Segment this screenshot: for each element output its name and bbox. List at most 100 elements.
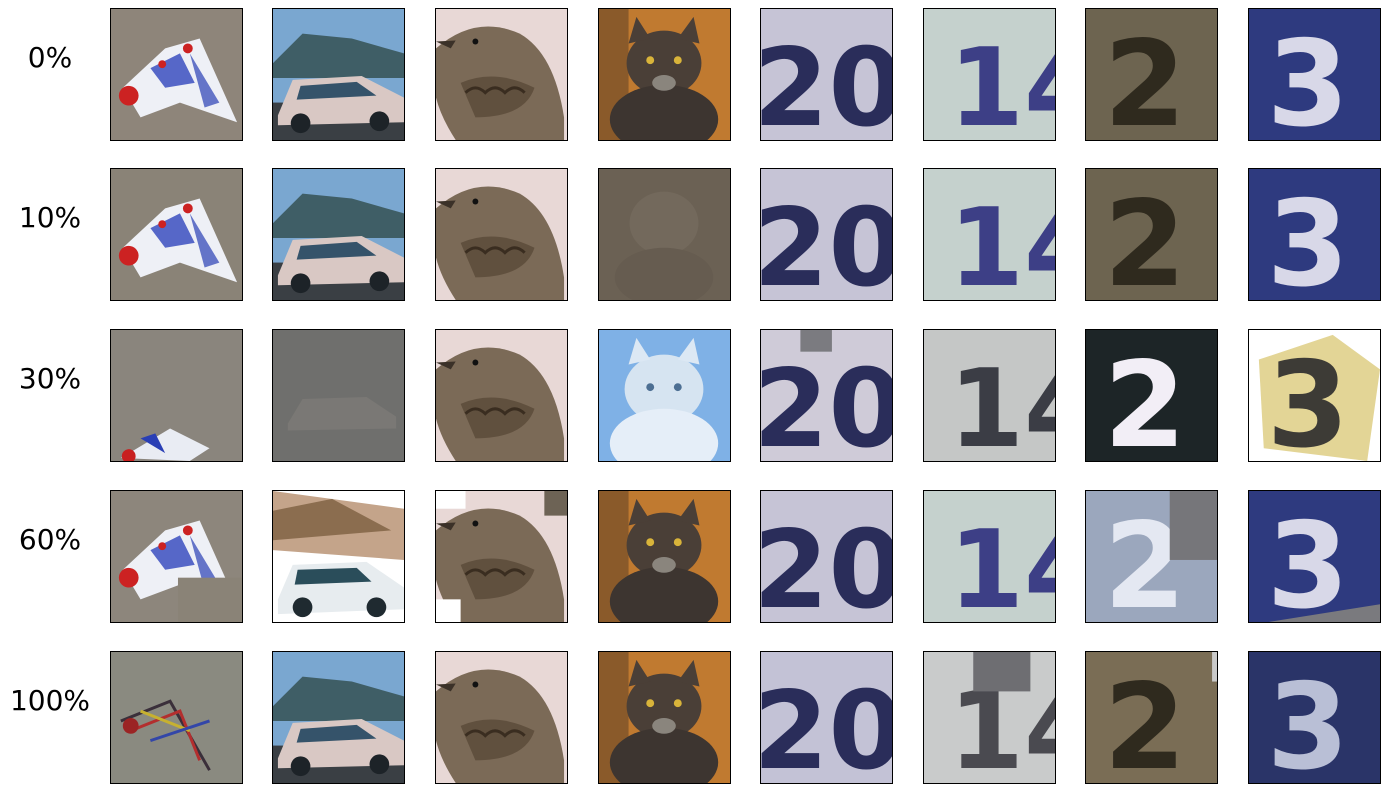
car-picture: [273, 652, 404, 783]
house-number-2-picture: 2: [1086, 652, 1217, 783]
house-number-2-picture: 2: [1086, 491, 1217, 622]
bird-picture: [436, 652, 567, 783]
svg-text:14: 14: [949, 345, 1055, 461]
bird-image: [435, 8, 568, 141]
svg-text:3: 3: [1267, 658, 1349, 783]
airplane-picture: [111, 652, 242, 783]
house-number-20-picture: 20(: [761, 169, 892, 300]
airplane-picture: [111, 491, 242, 622]
house-number-20-picture: 20(: [761, 652, 892, 783]
bird-picture: [436, 330, 567, 461]
svg-text:3: 3: [1267, 336, 1349, 461]
house-number-20-image: 20(: [760, 8, 893, 141]
airplane-image: [110, 329, 243, 462]
house-number-14-picture: 14: [924, 9, 1055, 140]
svg-text:14: 14: [949, 184, 1055, 300]
house-number-3-image: 3: [1248, 8, 1381, 141]
svg-text:2: 2: [1104, 658, 1186, 783]
house-number-3-picture: 3: [1249, 169, 1380, 300]
house-number-3-picture: 3: [1249, 652, 1380, 783]
cat-picture: [599, 9, 730, 140]
airplane-picture: [111, 169, 242, 300]
house-number-3-picture: 3: [1249, 330, 1380, 461]
house-number-14-image: 14: [923, 8, 1056, 141]
svg-text:14: 14: [949, 24, 1055, 140]
house-number-3-image: 3: [1248, 490, 1381, 623]
svg-text:20(: 20(: [761, 24, 892, 140]
house-number-14-image: 14: [923, 168, 1056, 301]
svg-text:20(: 20(: [761, 345, 892, 461]
house-number-2-image: 2: [1085, 8, 1218, 141]
house-number-14-image: 14: [923, 329, 1056, 462]
svg-text:20(: 20(: [761, 667, 892, 783]
house-number-2-image: 2: [1085, 651, 1218, 784]
car-picture: [273, 9, 404, 140]
bird-picture: [436, 491, 567, 622]
row-label: 100%: [9, 684, 91, 717]
cat-image: [598, 8, 731, 141]
svg-text:2: 2: [1104, 175, 1186, 300]
house-number-20-image: 20(: [760, 168, 893, 301]
house-number-20-picture: 20(: [761, 9, 892, 140]
car-image: [272, 490, 405, 623]
svg-text:20(: 20(: [761, 184, 892, 300]
airplane-picture: [111, 330, 242, 461]
house-number-2-image: 2: [1085, 490, 1218, 623]
cat-picture: [599, 652, 730, 783]
house-number-3-image: 3: [1248, 329, 1381, 462]
cat-image: [598, 168, 731, 301]
house-number-2-picture: 2: [1086, 330, 1217, 461]
car-image: [272, 651, 405, 784]
house-number-3-picture: 3: [1249, 9, 1380, 140]
house-number-20-image: 20(: [760, 490, 893, 623]
car-picture: [273, 330, 404, 461]
bird-image: [435, 490, 568, 623]
airplane-image: [110, 490, 243, 623]
house-number-14-picture: 14: [924, 652, 1055, 783]
car-picture: [273, 169, 404, 300]
house-number-3-image: 3: [1248, 168, 1381, 301]
house-number-14-image: 14: [923, 651, 1056, 784]
svg-text:2: 2: [1104, 15, 1186, 140]
house-number-14-picture: 14: [924, 491, 1055, 622]
house-number-20-image: 20(: [760, 329, 893, 462]
svg-text:3: 3: [1267, 175, 1349, 300]
svg-text:3: 3: [1267, 15, 1349, 140]
svg-text:20(: 20(: [761, 506, 892, 622]
car-image: [272, 168, 405, 301]
cat-image: [598, 490, 731, 623]
house-number-2-picture: 2: [1086, 9, 1217, 140]
bird-image: [435, 651, 568, 784]
cat-picture: [599, 491, 730, 622]
svg-text:2: 2: [1104, 336, 1186, 461]
airplane-image: [110, 651, 243, 784]
row-label: 10%: [18, 201, 82, 234]
house-number-20-picture: 20(: [761, 330, 892, 461]
car-image: [272, 329, 405, 462]
house-number-20-image: 20(: [760, 651, 893, 784]
house-number-2-image: 2: [1085, 168, 1218, 301]
bird-image: [435, 329, 568, 462]
row-label: 60%: [18, 523, 82, 556]
row-label: 0%: [27, 41, 73, 74]
house-number-20-picture: 20(: [761, 491, 892, 622]
svg-text:14: 14: [949, 506, 1055, 622]
cat-picture: [599, 330, 730, 461]
bird-picture: [436, 169, 567, 300]
house-number-14-picture: 14: [924, 169, 1055, 300]
cat-image: [598, 651, 731, 784]
airplane-picture: [111, 9, 242, 140]
svg-text:3: 3: [1267, 497, 1349, 622]
car-picture: [273, 491, 404, 622]
bird-image: [435, 168, 568, 301]
airplane-image: [110, 8, 243, 141]
house-number-3-picture: 3: [1249, 491, 1380, 622]
row-label: 30%: [18, 362, 82, 395]
house-number-2-picture: 2: [1086, 169, 1217, 300]
car-image: [272, 8, 405, 141]
house-number-14-image: 14: [923, 490, 1056, 623]
house-number-3-image: 3: [1248, 651, 1381, 784]
cat-picture: [599, 169, 730, 300]
house-number-14-picture: 14: [924, 330, 1055, 461]
bird-picture: [436, 9, 567, 140]
